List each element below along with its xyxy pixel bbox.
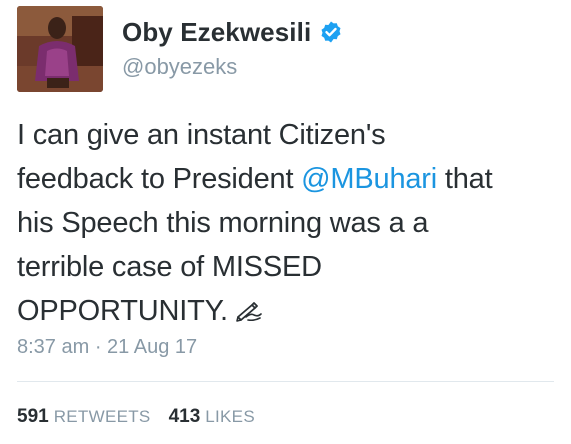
tweet-text-segment: OPPORTUNITY. [17,295,228,327]
divider [17,381,554,382]
likes-label[interactable]: LIKES [205,407,255,427]
tweet-card: Oby Ezekwesili @obyezeks I can give an i… [0,0,571,444]
tweet-text-line: his Speech this morning was a a [17,207,429,239]
author-name-row: Oby Ezekwesili [122,14,343,50]
avatar[interactable] [17,6,103,92]
verified-badge-icon [319,20,343,44]
likes-count[interactable]: 413 [169,406,201,428]
tweet-text-line: terrible case of MISSED [17,251,322,283]
tweet-text-segment: feedback to President [17,163,302,195]
retweets-count[interactable]: 591 [17,406,49,428]
tweet-text: I can give an instant Citizen's feedback… [17,113,557,333]
avatar-image [17,6,103,92]
tweet-timestamp[interactable]: 8:37 am · 21 Aug 17 [17,336,197,359]
author-handle[interactable]: @obyezeks [122,54,237,80]
display-name[interactable]: Oby Ezekwesili [122,17,311,48]
retweets-label[interactable]: RETWEETS [54,407,151,427]
tweet-stats: 591 RETWEETS 413 LIKES [17,406,273,428]
mention-link[interactable]: @MBuhari [301,163,437,195]
writing-hand-icon [234,291,264,322]
tweet-text-line: I can give an instant Citizen's [17,119,386,151]
tweet-text-line: OPPORTUNITY. [17,289,557,333]
tweet-text-line: feedback to President @MBuhari that [17,157,557,201]
tweet-text-segment: that [437,163,493,195]
